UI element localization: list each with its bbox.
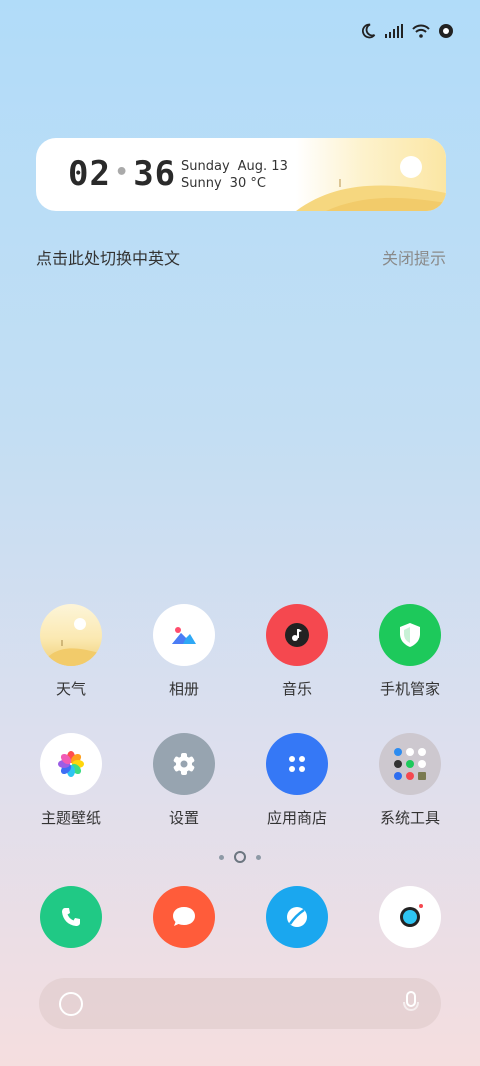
clock-minute: 36 (133, 154, 177, 194)
date-weather-info: Sunday Aug. 13 Sunny 30 °C (181, 158, 288, 192)
app-settings[interactable]: 设置 (134, 733, 234, 828)
app-store-icon (266, 733, 328, 795)
close-tip-button[interactable]: 关闭提示 (382, 245, 446, 269)
camera-icon[interactable] (379, 886, 441, 948)
app-label: 音乐 (281, 680, 312, 698)
app-music[interactable]: 音乐 (247, 604, 347, 699)
theme-icon (40, 733, 102, 795)
app-label: 手机管家 (379, 680, 440, 698)
page-indicator (0, 851, 480, 863)
system-tools-folder-icon (379, 733, 441, 795)
weather-text: Sunny (181, 176, 222, 191)
app-weather[interactable]: 天气 (21, 604, 121, 699)
page-dot[interactable] (256, 854, 261, 860)
wifi-icon (412, 24, 430, 38)
microphone-icon[interactable] (401, 990, 421, 1016)
phone-manager-icon (379, 604, 441, 666)
weather-icon (40, 604, 102, 666)
settings-icon (153, 733, 215, 795)
record-icon (439, 24, 453, 38)
search-bar[interactable] (39, 978, 441, 1029)
clock-display: 02 • 36 (68, 154, 176, 194)
app-gallery[interactable]: 相册 (134, 604, 234, 699)
messages-icon[interactable] (153, 886, 215, 948)
app-label: 设置 (168, 809, 199, 827)
moon-icon (362, 23, 376, 39)
app-label: 天气 (55, 680, 86, 698)
page-dot[interactable] (219, 854, 224, 860)
clock-hour: 02 (68, 154, 111, 194)
search-icon (59, 992, 83, 1016)
clock-weather-widget[interactable]: 02 • 36 Sunday Aug. 13 Sunny 30 °C (36, 138, 446, 211)
app-label: 相册 (168, 680, 199, 698)
music-icon (266, 604, 328, 666)
page-dot-active[interactable] (234, 851, 246, 863)
status-bar (360, 20, 454, 42)
date-text: Aug. 13 (237, 159, 288, 174)
signal-icon (385, 24, 403, 38)
app-theme[interactable]: 主题壁纸 (21, 733, 121, 828)
app-system-tools-folder[interactable]: 系统工具 (360, 733, 460, 828)
browser-icon[interactable] (266, 886, 328, 948)
temperature-text: 30 °C (229, 176, 266, 191)
gallery-icon (153, 604, 215, 666)
switch-language-link[interactable]: 点击此处切换中英文 (36, 245, 180, 269)
app-label: 应用商店 (266, 809, 327, 827)
app-label: 系统工具 (379, 809, 440, 827)
app-label: 主题壁纸 (40, 809, 101, 827)
app-phone-manager[interactable]: 手机管家 (360, 604, 460, 699)
dune-illustration (296, 179, 446, 211)
weekday-text: Sunday (181, 159, 230, 174)
clock-colon: • (114, 159, 130, 185)
phone-icon[interactable] (40, 886, 102, 948)
app-store[interactable]: 应用商店 (247, 733, 347, 828)
